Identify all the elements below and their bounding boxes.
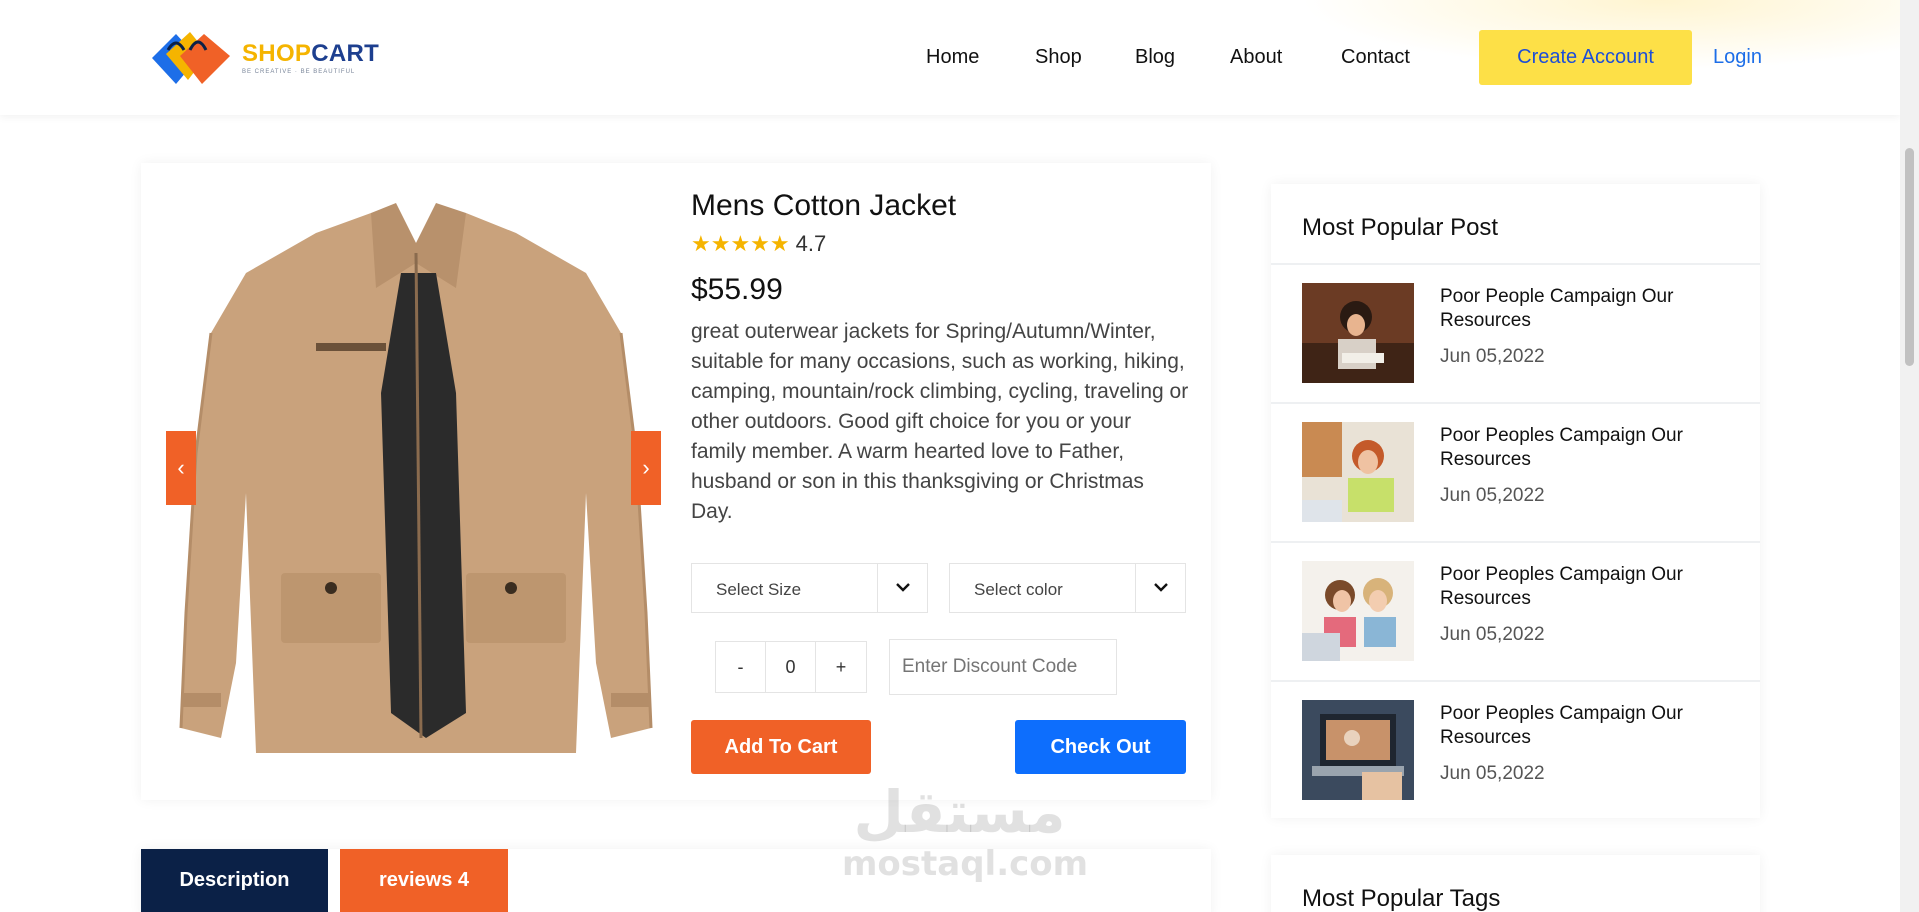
product-card: ‹ › Mens Cotton Jacket ★★★★★ 4.7 $55.99 … xyxy=(141,163,1211,800)
popular-post-item[interactable]: Poor Peoples Campaign Our Resources Jun … xyxy=(1271,682,1760,821)
brand-name: SHOPCART xyxy=(242,39,380,67)
nav-home[interactable]: Home xyxy=(926,46,979,69)
star-icons: ★★★★★ xyxy=(691,231,790,256)
create-account-button[interactable]: Create Account xyxy=(1479,30,1692,85)
rating-value: 4.7 xyxy=(795,231,827,256)
post-date: Jun 05,2022 xyxy=(1440,485,1545,506)
mostaql-watermark: مستقل mostaql.com xyxy=(842,778,1089,884)
size-select-value: Select Size xyxy=(716,580,802,599)
shopping-bags-logo-icon xyxy=(146,28,234,86)
scrollbar-thumb[interactable] xyxy=(1905,148,1914,366)
popular-posts-title: Most Popular Post xyxy=(1302,214,1499,241)
nav-about[interactable]: About xyxy=(1230,46,1282,69)
post-title[interactable]: Poor Peoples Campaign Our Resources xyxy=(1440,563,1720,611)
quantity-decrease-button[interactable]: - xyxy=(716,642,766,692)
popular-posts-widget: Most Popular Post Poor People Campaign O… xyxy=(1271,184,1760,818)
next-image-arrow[interactable]: › xyxy=(631,431,661,505)
popular-post-item[interactable]: Poor People Campaign Our Resources Jun 0… xyxy=(1271,265,1760,404)
add-to-cart-button[interactable]: Add To Cart xyxy=(691,720,871,774)
nav-blog[interactable]: Blog xyxy=(1135,46,1175,69)
brand-tagline: BE CREATIVE · BE BEAUTIFUL xyxy=(242,68,356,75)
chevron-down-icon xyxy=(1135,564,1185,612)
prev-image-arrow[interactable]: ‹ xyxy=(166,431,196,505)
product-image-jacket xyxy=(166,193,662,759)
post-date: Jun 05,2022 xyxy=(1440,624,1545,645)
product-rating: ★★★★★ 4.7 xyxy=(691,231,1191,257)
post-date: Jun 05,2022 xyxy=(1440,346,1545,367)
login-link[interactable]: Login xyxy=(1713,46,1762,69)
nav-contact[interactable]: Contact xyxy=(1341,46,1410,69)
chevron-down-icon xyxy=(877,564,927,612)
size-select[interactable]: Select Size xyxy=(691,563,928,613)
color-select-value: Select color xyxy=(974,580,1063,599)
tab-description[interactable]: Description xyxy=(141,849,328,912)
post-thumbnail-image[interactable] xyxy=(1302,422,1414,522)
product-description: great outerwear jackets for Spring/Autum… xyxy=(691,320,1189,523)
check-out-button[interactable]: Check Out xyxy=(1015,720,1186,774)
product-title: Mens Cotton Jacket xyxy=(691,189,957,222)
color-select[interactable]: Select color xyxy=(949,563,1186,613)
post-thumbnail-image[interactable] xyxy=(1302,700,1414,800)
popular-post-item[interactable]: Poor Peoples Campaign Our Resources Jun … xyxy=(1271,543,1760,682)
site-header: SHOPCART BE CREATIVE · BE BEAUTIFUL Home… xyxy=(0,0,1900,115)
popular-post-item[interactable]: Poor Peoples Campaign Our Resources Jun … xyxy=(1271,404,1760,543)
watermark-arabic: مستقل xyxy=(853,778,1066,846)
quantity-increase-button[interactable]: + xyxy=(816,642,866,692)
nav-shop[interactable]: Shop xyxy=(1035,46,1082,69)
popular-tags-title: Most Popular Tags xyxy=(1302,885,1501,912)
post-title[interactable]: Poor Peoples Campaign Our Resources xyxy=(1440,424,1720,472)
post-thumbnail-image[interactable] xyxy=(1302,283,1414,383)
quantity-stepper: - 0 + xyxy=(715,641,867,693)
watermark-latin: mostaql.com xyxy=(842,844,1089,884)
popular-tags-widget: Most Popular Tags xyxy=(1271,855,1760,912)
quantity-value[interactable]: 0 xyxy=(766,642,816,692)
product-price: $55.99 xyxy=(691,273,783,306)
post-title[interactable]: Poor Peoples Campaign Our Resources xyxy=(1440,702,1720,750)
page-scrollbar[interactable] xyxy=(1900,0,1919,912)
post-thumbnail-image[interactable] xyxy=(1302,561,1414,661)
tab-reviews[interactable]: reviews 4 xyxy=(340,849,508,912)
product-details: Mens Cotton Jacket ★★★★★ 4.7 $55.99 grea… xyxy=(691,189,1191,527)
post-date: Jun 05,2022 xyxy=(1440,763,1545,784)
site-logo[interactable]: SHOPCART BE CREATIVE · BE BEAUTIFUL xyxy=(146,28,379,86)
discount-code-input[interactable] xyxy=(889,639,1117,695)
post-title[interactable]: Poor People Campaign Our Resources xyxy=(1440,285,1720,333)
